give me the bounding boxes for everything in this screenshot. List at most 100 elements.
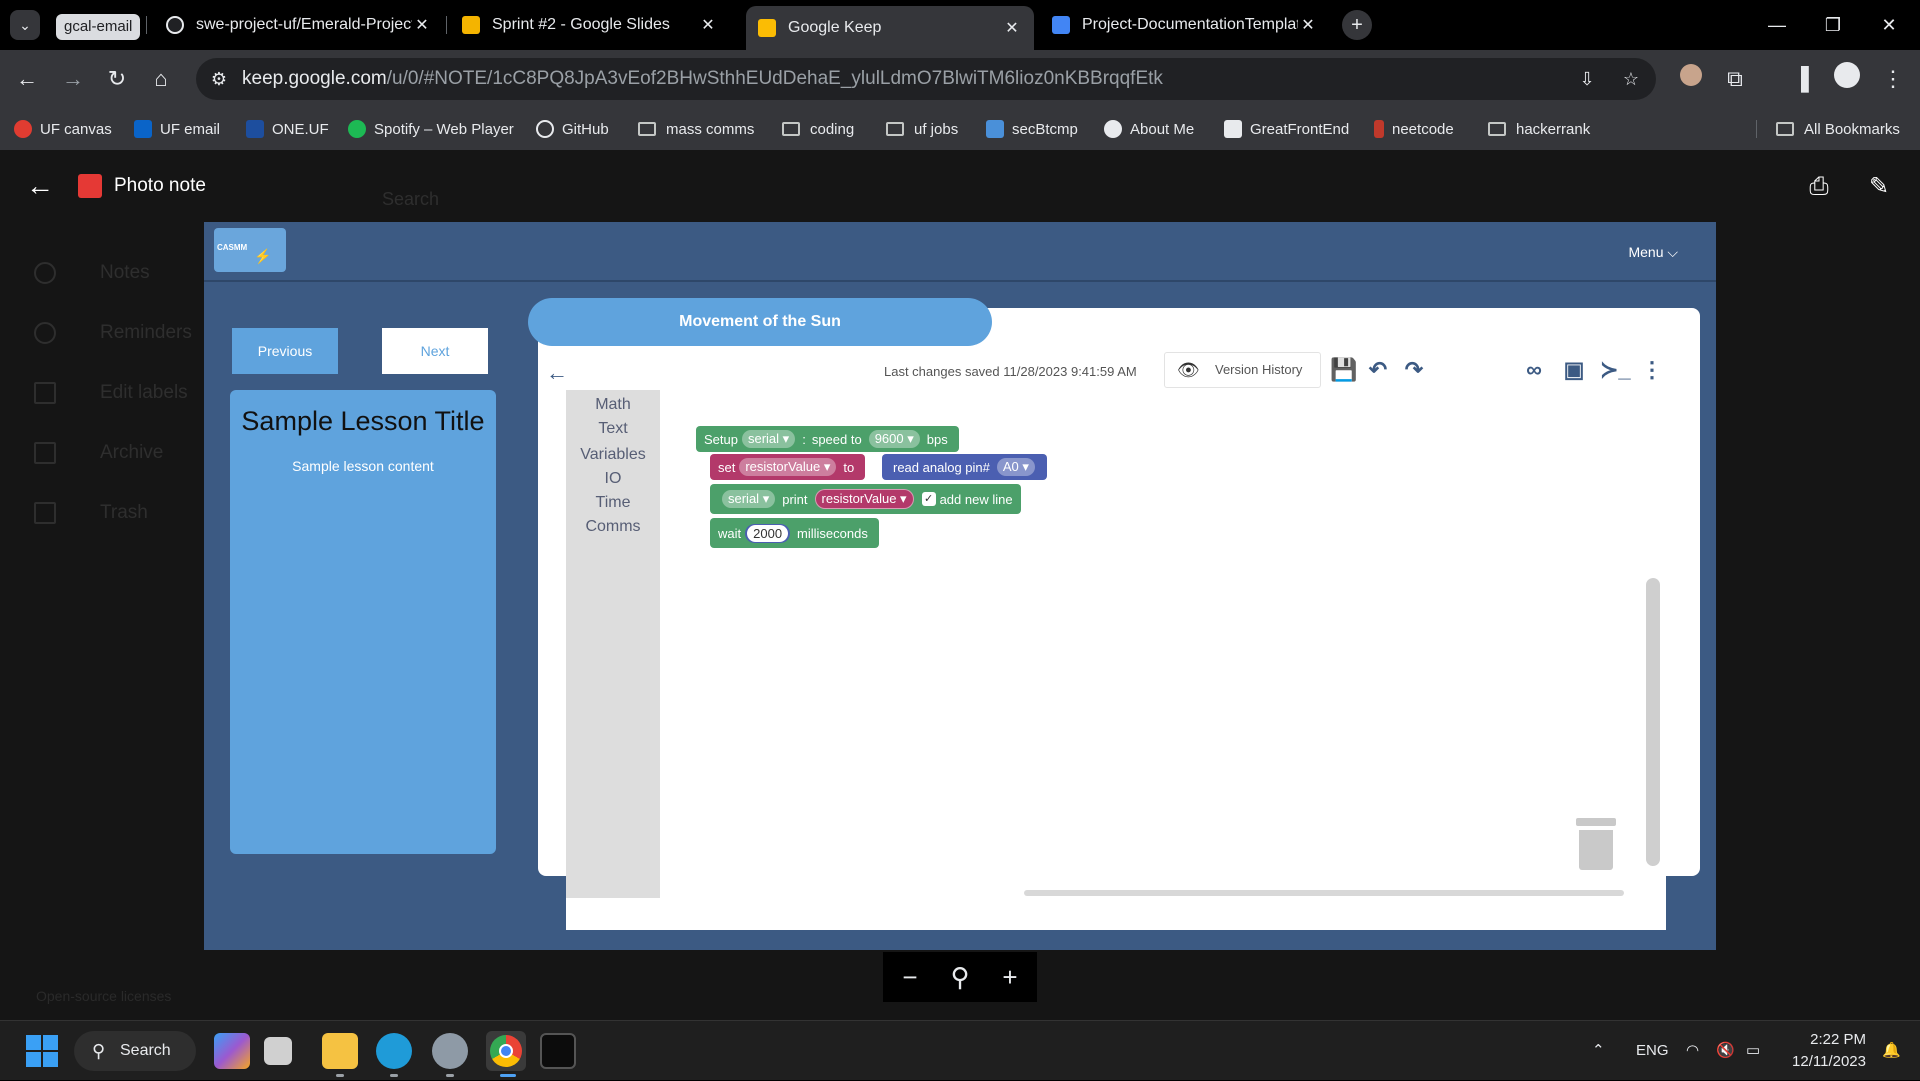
bookmark-one-uf[interactable]: ONE.UF <box>246 108 329 150</box>
file-explorer-icon[interactable] <box>322 1033 358 1069</box>
home-button[interactable]: ⌂ <box>144 62 178 96</box>
milliseconds-input[interactable]: 2000 <box>747 524 789 542</box>
tab-docs[interactable]: Project-DocumentationTemplat ✕ <box>1040 8 1330 42</box>
read-analog-pin-block[interactable]: read analog pin# A0 ▾ <box>882 454 1047 480</box>
tab-keep[interactable]: Google Keep ✕ <box>746 6 1034 50</box>
workspace-horizontal-scrollbar[interactable] <box>1024 890 1624 896</box>
bookmark-greatfrontend[interactable]: GreatFrontEnd <box>1224 108 1349 150</box>
wifi-icon[interactable]: ◠ <box>1686 1021 1699 1081</box>
back-button[interactable]: ← <box>10 62 44 96</box>
next-button[interactable]: Next <box>382 328 488 374</box>
install-app-icon[interactable]: ⇩ <box>1576 68 1598 90</box>
site-info-icon[interactable]: ⚙ <box>208 68 230 90</box>
toolbox-category-time[interactable]: Time <box>566 494 660 512</box>
pin-dropdown[interactable]: A0 ▾ <box>996 458 1035 476</box>
save-icon[interactable]: 💾 <box>1330 356 1358 384</box>
bookmark-secbtcmp[interactable]: secBtcmp <box>986 108 1078 150</box>
zoom-in-button[interactable]: + <box>985 952 1035 1002</box>
volume-muted-icon[interactable]: 🔇 <box>1716 1021 1735 1081</box>
workspace-vertical-scrollbar[interactable] <box>1646 578 1660 866</box>
bookmark-folder-coding[interactable]: coding <box>782 108 854 150</box>
bookmark-uf-email[interactable]: UF email <box>134 108 220 150</box>
close-tab-icon[interactable]: ✕ <box>1002 18 1022 38</box>
previous-button[interactable]: Previous <box>232 328 338 374</box>
serial-print-block[interactable]: serial ▾ print resistorValue ▾ ✓ add new… <box>710 484 1021 514</box>
new-tab-button[interactable]: + <box>1342 10 1372 40</box>
app-menu-button[interactable]: Menu ⌵ <box>1628 244 1678 261</box>
arduino-icon[interactable]: ∞ <box>1520 356 1548 384</box>
extension-avatar-icon[interactable] <box>1674 62 1708 96</box>
variable-dropdown[interactable]: resistorValue ▾ <box>739 458 837 476</box>
tab-title: Google Keep <box>788 19 882 36</box>
more-options-icon[interactable]: ⋮ <box>1638 356 1666 384</box>
viewer-back-button[interactable]: ← <box>24 170 56 202</box>
setup-serial-block[interactable]: Setup serial ▾ : speed to 9600 ▾ bps <box>696 426 959 452</box>
baud-rate-dropdown[interactable]: 9600 ▾ <box>868 430 920 448</box>
toolbox-category-io[interactable]: IO <box>566 470 660 488</box>
tab-slides[interactable]: Sprint #2 - Google Slides ✕ <box>450 8 730 42</box>
serial-port-dropdown[interactable]: serial ▾ <box>722 490 776 508</box>
close-window-button[interactable]: ✕ <box>1866 8 1912 42</box>
task-view-icon[interactable] <box>264 1037 292 1065</box>
bookmark-star-icon[interactable]: ☆ <box>1620 68 1642 90</box>
undo-icon[interactable]: ↶ <box>1364 356 1392 384</box>
bookmark-about-me[interactable]: About Me <box>1104 108 1194 150</box>
notification-bell-icon[interactable]: 🔔 <box>1882 1021 1901 1081</box>
bookmark-github[interactable]: GitHub <box>536 108 609 150</box>
all-bookmarks-button[interactable]: All Bookmarks <box>1776 108 1900 150</box>
close-tab-icon[interactable]: ✕ <box>698 15 718 35</box>
bookmark-uf-canvas[interactable]: UF canvas <box>14 108 112 150</box>
chrome-menu-icon[interactable]: ⋮ <box>1876 62 1910 96</box>
bookmark-folder-uf-jobs[interactable]: uf jobs <box>886 108 958 150</box>
terminal-icon[interactable] <box>540 1033 576 1069</box>
minimize-button[interactable]: — <box>1754 8 1800 42</box>
address-bar[interactable]: ⚙ keep.google.com/u/0/#NOTE/1cC8PQ8JpA3v… <box>196 58 1656 100</box>
edit-drawing-button[interactable]: ✎ <box>1862 170 1896 204</box>
battery-icon[interactable]: ▭ <box>1746 1021 1760 1081</box>
variable-dropdown[interactable]: resistorValue ▾ <box>814 489 914 509</box>
serial-port-dropdown[interactable]: serial ▾ <box>741 430 796 448</box>
reload-button[interactable]: ↻ <box>100 62 134 96</box>
image-icon[interactable]: ▣ <box>1560 356 1588 384</box>
redo-icon[interactable]: ↷ <box>1400 356 1428 384</box>
edge-icon[interactable] <box>376 1033 412 1069</box>
checkbox-checked-icon[interactable]: ✓ <box>921 492 936 506</box>
terminal-icon[interactable]: ≻_ <box>1600 356 1631 384</box>
settings-gear-icon[interactable] <box>432 1033 468 1069</box>
zoom-out-button[interactable]: − <box>885 952 935 1002</box>
forward-button[interactable]: → <box>56 62 90 96</box>
toolbox-category-variables[interactable]: Variables <box>566 446 660 464</box>
toolbox-category-text[interactable]: Text <box>566 420 660 438</box>
tab-group-chip[interactable]: gcal-email <box>56 14 141 40</box>
print-button[interactable]: ⎙ <box>1802 170 1836 204</box>
blockly-workspace[interactable]: Math Text Variables IO Time Comms Setup … <box>566 390 1666 930</box>
bookmark-spotify[interactable]: Spotify – Web Player <box>348 108 514 150</box>
tab-search-button[interactable]: ⌄ <box>10 10 40 40</box>
blockly-trash-icon[interactable] <box>1576 818 1616 870</box>
zoom-reset-icon[interactable]: ⚲ <box>935 952 985 1002</box>
toolbox-category-math[interactable]: Math <box>566 396 660 414</box>
chrome-taskbar-slot[interactable] <box>486 1031 526 1071</box>
copilot-icon[interactable] <box>214 1033 250 1069</box>
windows-start-icon[interactable] <box>24 1033 60 1069</box>
set-variable-block[interactable]: set resistorValue ▾ to <box>710 454 866 480</box>
side-panel-icon[interactable]: ▐ <box>1784 62 1818 96</box>
version-history-button[interactable]: 👁 Version History <box>1164 352 1321 388</box>
restore-button[interactable]: ❐ <box>1810 8 1856 42</box>
laptop-icon <box>986 120 1004 138</box>
taskbar-search[interactable]: ⚲ Search <box>74 1031 196 1071</box>
extensions-puzzle-icon[interactable]: ⧉ <box>1718 62 1752 96</box>
bookmark-folder-hackerrank[interactable]: hackerrank <box>1488 108 1590 150</box>
toolbox-category-comms[interactable]: Comms <box>566 518 660 536</box>
close-tab-icon[interactable]: ✕ <box>412 15 432 35</box>
taskbar-clock[interactable]: 2:22 PM 12/11/2023 <box>1786 1029 1866 1073</box>
tab-github[interactable]: swe-project-uf/Emerald-Project ✕ <box>154 8 444 42</box>
language-indicator[interactable]: ENG <box>1636 1021 1669 1081</box>
bookmark-folder-mass-comms[interactable]: mass comms <box>638 108 754 150</box>
close-tab-icon[interactable]: ✕ <box>1298 15 1318 35</box>
bookmark-neetcode[interactable]: neetcode <box>1374 108 1454 150</box>
wait-block[interactable]: wait 2000 milliseconds <box>710 518 879 548</box>
show-hidden-icons[interactable]: ⌃ <box>1592 1021 1605 1081</box>
profile-avatar[interactable] <box>1830 62 1864 96</box>
workspace-back-icon[interactable]: ← <box>546 360 568 386</box>
